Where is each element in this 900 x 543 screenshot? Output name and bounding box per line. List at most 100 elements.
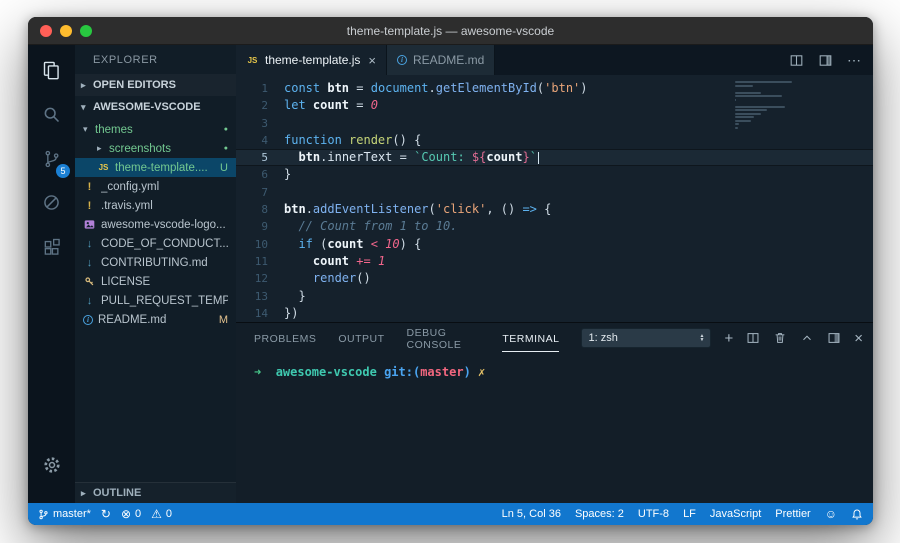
file-item-theme-template[interactable]: JStheme-template....U (75, 158, 236, 177)
file-label: CONTRIBUTING.md (101, 257, 208, 269)
status-javascript[interactable]: JavaScript (710, 508, 761, 520)
sidebar-explorer: EXPLORER ▸ OPEN EDITORS ▾ AWESOME-VSCODE… (75, 45, 236, 503)
file-item-contributing-md[interactable]: ↓CONTRIBUTING.md (75, 253, 236, 272)
code-line-6[interactable]: 6} (236, 166, 873, 183)
debug-icon (41, 192, 62, 218)
panel-tabs: PROBLEMS OUTPUT DEBUG CONSOLE TERMINAL (254, 319, 581, 357)
line-number: 1 (236, 80, 268, 97)
line-text: let count = 0 (284, 97, 378, 114)
code-line-12[interactable]: 12 render() (236, 270, 873, 287)
chevron-down-icon: ▾ (81, 102, 93, 113)
code-line-10[interactable]: 10 if (count < 10) { (236, 236, 873, 253)
file-item-awesome-vscode-logo[interactable]: awesome-vscode-logo... (75, 215, 236, 234)
file-label: CODE_OF_CONDUCT.... (101, 238, 228, 250)
code-line-8[interactable]: 8btn.addEventListener('click', () => { (236, 201, 873, 218)
terminal-output[interactable]: ➜ awesome-vscode git:(master) ✗ (236, 353, 873, 503)
status-lf[interactable]: LF (683, 508, 696, 520)
close-tab-icon[interactable]: × (368, 53, 376, 68)
status-ln-5-col-36[interactable]: Ln 5, Col 36 (502, 508, 561, 520)
activity-source-control[interactable]: 5 (28, 139, 75, 183)
kill-terminal-trash-icon[interactable] (773, 331, 787, 345)
git-status-badge: M (219, 314, 228, 326)
root-folder-label: AWESOME-VSCODE (93, 101, 201, 113)
panel-tab-debug-console[interactable]: DEBUG CONSOLE (407, 319, 481, 357)
status-prettier[interactable]: Prettier (775, 508, 810, 520)
activity-explorer[interactable] (28, 51, 75, 95)
status-utf-8[interactable]: UTF-8 (638, 508, 669, 520)
section-root-folder[interactable]: ▾ AWESOME-VSCODE (75, 96, 236, 118)
panel-tab-output[interactable]: OUTPUT (338, 325, 384, 351)
file-label: theme-template.... (115, 162, 208, 174)
code-editor[interactable]: 1const btn = document.getElementById('bt… (236, 75, 873, 322)
code-line-14[interactable]: 14}) (236, 305, 873, 322)
close-panel-icon[interactable]: × (854, 331, 863, 346)
line-number: 11 (236, 253, 268, 270)
line-text: btn.innerText = `Count: ${count}` (284, 149, 539, 166)
code-line-9[interactable]: 9 // Count from 1 to 10. (236, 218, 873, 235)
status-master[interactable]: master* (38, 508, 91, 521)
editor-actions: ⋯ (789, 45, 873, 75)
code-line-7[interactable]: 7 (236, 184, 873, 201)
panel-tab-problems[interactable]: PROBLEMS (254, 325, 316, 351)
file-item-travis-yml[interactable]: !.travis.yml (75, 196, 236, 215)
editor-layout-icon[interactable] (818, 53, 833, 68)
activity-search[interactable] (28, 95, 75, 139)
section-open-editors[interactable]: ▸ OPEN EDITORS (75, 74, 236, 96)
file-item-pull-request-temp[interactable]: ↓PULL_REQUEST_TEMP... (75, 291, 236, 310)
status-bar: master* ↻ ⊗0 ⚠0 Ln 5, Col 36 Spaces: 2 UTF-8 L… (28, 503, 873, 525)
status-label: master* (53, 508, 91, 520)
panel-layout-icon[interactable] (827, 331, 841, 345)
tab-label: theme-template.js (265, 53, 360, 67)
terminal-plain (261, 365, 275, 379)
split-editor-icon[interactable] (789, 53, 804, 68)
code-line-13[interactable]: 13 } (236, 288, 873, 305)
file-label: screenshots (109, 143, 171, 155)
tab-theme-template-js[interactable]: JS theme-template.js × (236, 45, 387, 75)
code-line-11[interactable]: 11 count += 1 (236, 253, 873, 270)
terminal-plain (377, 365, 384, 379)
status-smiley[interactable]: ☺ (825, 507, 837, 521)
line-number: 3 (236, 115, 268, 132)
section-outline[interactable]: ▸ OUTLINE (75, 482, 236, 503)
editor-tab-bar: JS theme-template.js × i README.md ⋯ (236, 45, 873, 75)
file-item-screenshots[interactable]: ▸screenshots● (75, 139, 236, 158)
code-line-5[interactable]: 5 btn.innerText = `Count: ${count}` (236, 149, 873, 166)
line-number: 7 (236, 184, 268, 201)
file-label: _config.yml (101, 181, 159, 193)
status-label: Prettier (775, 508, 810, 520)
status-sync[interactable]: ↻ (101, 507, 111, 521)
activity-bar: 5 (28, 45, 75, 503)
status-0[interactable]: ⚠0 (151, 507, 172, 521)
line-text: function render() { (284, 132, 421, 149)
file-label: LICENSE (101, 276, 150, 288)
status-spaces-2[interactable]: Spaces: 2 (575, 508, 624, 520)
file-item-code-of-conduct[interactable]: ↓CODE_OF_CONDUCT.... (75, 234, 236, 253)
activity-debug[interactable] (28, 183, 75, 227)
status-0[interactable]: ⊗0 (121, 507, 141, 521)
terminal-shell-select[interactable]: 1: zsh ▲▼ (581, 328, 711, 348)
line-text: } (284, 288, 306, 305)
maximize-panel-chevron-up-icon[interactable] (800, 331, 814, 345)
file-item-readme-md[interactable]: iREADME.mdM (75, 310, 236, 329)
outline-label: OUTLINE (93, 487, 141, 499)
git-untracked-dot: ● (224, 145, 228, 152)
status-bell[interactable] (851, 508, 863, 521)
file-item-license[interactable]: LICENSE (75, 272, 236, 291)
panel-tab-terminal[interactable]: TERMINAL (502, 325, 559, 352)
more-actions-icon[interactable]: ⋯ (847, 52, 861, 69)
file-item-config-yml[interactable]: !_config.yml (75, 177, 236, 196)
file-item-themes[interactable]: ▾themes● (75, 120, 236, 139)
js-file-icon: JS (97, 163, 110, 172)
settings-button[interactable] (28, 445, 75, 489)
tab-readme-md[interactable]: i README.md (387, 45, 495, 75)
status-label: 0 (166, 508, 172, 520)
activity-extensions[interactable] (28, 227, 75, 271)
text-cursor (538, 152, 540, 164)
line-number: 5 (236, 149, 268, 166)
code-line-4[interactable]: 4function render() { (236, 132, 873, 149)
scm-badge: 5 (56, 164, 70, 178)
minimap[interactable] (731, 81, 861, 130)
new-terminal-icon[interactable]: + (724, 331, 733, 346)
terminal-git: ) (464, 365, 471, 379)
split-terminal-icon[interactable] (746, 331, 760, 345)
